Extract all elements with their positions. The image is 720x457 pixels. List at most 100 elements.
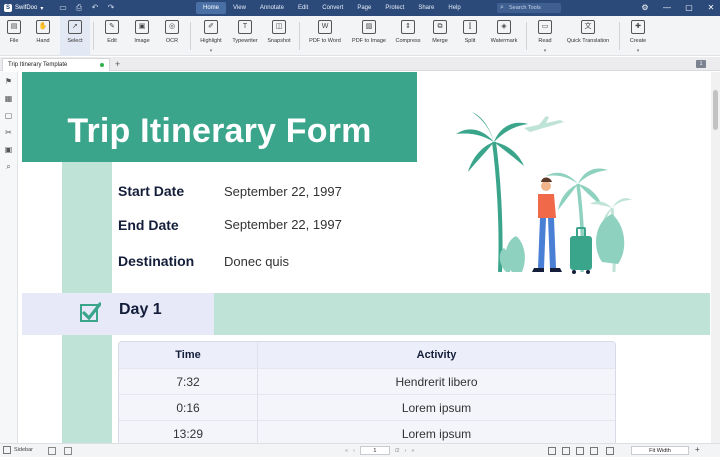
destination-value[interactable]: Donec quis [224, 254, 289, 269]
menu-page[interactable]: Page [350, 2, 378, 14]
compress-icon: ⇕ [401, 20, 415, 34]
redo-icon[interactable]: ↷ [106, 3, 116, 13]
zoom-in-icon[interactable]: + [695, 445, 700, 454]
left-panel-toolbar: ⚑ ▦ ▢ ✂ ▣ ⌕ [0, 72, 18, 443]
pdf-to-word-button[interactable]: W PDF to Word [303, 16, 347, 56]
ocr-button[interactable]: ◎ OCR [157, 16, 187, 56]
zoom-out-icon[interactable] [606, 447, 614, 455]
toolbar-separator [299, 22, 300, 50]
activity-cell[interactable]: Lorem ipsum [258, 421, 615, 443]
typewriter-button[interactable]: T Typewriter [228, 16, 262, 56]
checkbox-checked-icon[interactable] [79, 301, 101, 323]
time-cell[interactable]: 0:16 [119, 395, 258, 420]
activity-cell[interactable]: Lorem ipsum [258, 395, 615, 420]
search-placeholder: Search Tools [509, 5, 541, 11]
pdf-to-image-button[interactable]: ▨ PDF to Image [347, 16, 391, 56]
last-page-icon[interactable]: » [411, 448, 414, 454]
highlight-button[interactable]: ✐ Highlight ▾ [194, 16, 228, 56]
select-button[interactable]: ➚ Select [60, 16, 90, 56]
snapshot-button[interactable]: ◫ Snapshot [262, 16, 296, 56]
create-label: Create [629, 38, 647, 44]
watermark-button[interactable]: ◈ Watermark [485, 16, 523, 56]
vertical-scrollbar[interactable] [711, 72, 720, 443]
menu-protect[interactable]: Protect [378, 2, 411, 14]
quick-access: ▭ ⎙ ↶ ↷ [56, 3, 116, 13]
first-page-icon[interactable]: « [345, 448, 348, 454]
sidebar-toggle[interactable]: Sidebar [3, 446, 33, 454]
print-icon[interactable]: ⎙ [74, 3, 84, 13]
read-button[interactable]: ▭ Read ▾ [530, 16, 560, 56]
menu-home[interactable]: Home [196, 2, 227, 14]
toolbar-separator [526, 22, 527, 50]
document-title: Trip Itinerary Form [67, 112, 372, 150]
watermark-icon: ◈ [497, 20, 511, 34]
menu-annotate[interactable]: Annotate [253, 2, 291, 14]
menu-share[interactable]: Share [411, 2, 441, 14]
activity-cell[interactable]: Hendrerit libero [258, 369, 615, 394]
split-button[interactable]: ⫿ Split [455, 16, 485, 56]
file-button[interactable]: ▤ File [2, 16, 26, 56]
continuous-view-icon[interactable] [562, 447, 570, 455]
tab-count-badge[interactable]: 1 [696, 60, 706, 68]
toolbar-separator [190, 22, 191, 50]
merge-button[interactable]: ⧉ Merge [425, 16, 455, 56]
quick-translation-button[interactable]: 文 Quick Translation [560, 16, 616, 56]
start-date-value[interactable]: September 22, 1997 [224, 184, 342, 199]
compress-button[interactable]: ⇕ Compress [391, 16, 425, 56]
select-label: Select [67, 38, 83, 44]
dropdown-caret-icon: ▾ [636, 48, 640, 54]
save-icon[interactable]: ▭ [58, 3, 68, 13]
actual-size-icon[interactable] [64, 447, 72, 455]
zoom-select[interactable]: Fit Width [631, 446, 689, 455]
dropdown-caret-icon: ▾ [543, 48, 547, 54]
menu-convert[interactable]: Convert [315, 2, 350, 14]
maximize-icon[interactable]: ▢ [684, 2, 694, 14]
tab-trip-itinerary[interactable]: Trip Itinerary Template [2, 58, 110, 71]
snapshot-label: Snapshot [267, 38, 291, 44]
menu-edit[interactable]: Edit [291, 2, 315, 14]
sidebar-label: Sidebar [14, 447, 33, 453]
end-date-value[interactable]: September 22, 1997 [224, 217, 342, 232]
tab-title: Trip Itinerary Template [8, 62, 68, 68]
app-menu-caret-icon: ▾ [40, 5, 44, 12]
search-tools-input[interactable]: ⌕ Search Tools [497, 3, 561, 13]
stamp-icon[interactable]: ▣ [4, 145, 14, 155]
watermark-label: Watermark [490, 38, 518, 44]
ribbon-toolbar: ▤ File ✋ Hand ➚ Select ✎ Edit ▣ Image ◎ OCR ✐ Highlig… [0, 16, 720, 56]
comments-icon[interactable]: ▢ [4, 111, 14, 121]
fullscreen-icon[interactable] [590, 447, 598, 455]
page-number-input[interactable]: 1 [359, 446, 390, 455]
snapshot-icon: ◫ [272, 20, 286, 34]
search-icon[interactable]: ⌕ [4, 162, 14, 172]
add-tab-button[interactable]: + [115, 58, 120, 70]
scrollbar-thumb[interactable] [713, 90, 718, 130]
attachment-icon[interactable]: ✂ [4, 128, 14, 138]
app-menu[interactable]: S SwifDoo ▾ [0, 4, 56, 12]
day-header-accent [214, 293, 710, 335]
create-button[interactable]: ✚ Create ▾ [623, 16, 653, 56]
edit-button[interactable]: ✎ Edit [97, 16, 127, 56]
minimize-icon[interactable]: — [662, 2, 672, 14]
next-page-icon[interactable]: › [405, 448, 407, 454]
time-cell[interactable]: 7:32 [119, 369, 258, 394]
menu-help[interactable]: Help [441, 2, 467, 14]
hand-button[interactable]: ✋ Hand [26, 16, 60, 56]
close-icon[interactable]: ✕ [706, 2, 716, 14]
two-page-view-icon[interactable] [576, 447, 584, 455]
prev-page-icon[interactable]: ‹ [353, 448, 355, 454]
translate-icon: 文 [581, 20, 595, 34]
typewriter-label: Typewriter [232, 38, 258, 44]
bookmark-icon[interactable]: ⚑ [4, 77, 14, 87]
time-cell[interactable]: 13:29 [119, 421, 258, 443]
single-page-view-icon[interactable] [548, 447, 556, 455]
image-button[interactable]: ▣ Image [127, 16, 157, 56]
pdf-to-image-label: PDF to Image [352, 38, 386, 44]
fit-page-icon[interactable] [48, 447, 56, 455]
traveler-figure [532, 177, 562, 272]
day-label: Day 1 [119, 301, 162, 318]
settings-icon[interactable]: ⚙ [640, 2, 650, 14]
search-icon: ⌕ [500, 4, 504, 11]
thumbnails-icon[interactable]: ▦ [4, 94, 14, 104]
undo-icon[interactable]: ↶ [90, 3, 100, 13]
menu-view[interactable]: View [226, 2, 253, 14]
